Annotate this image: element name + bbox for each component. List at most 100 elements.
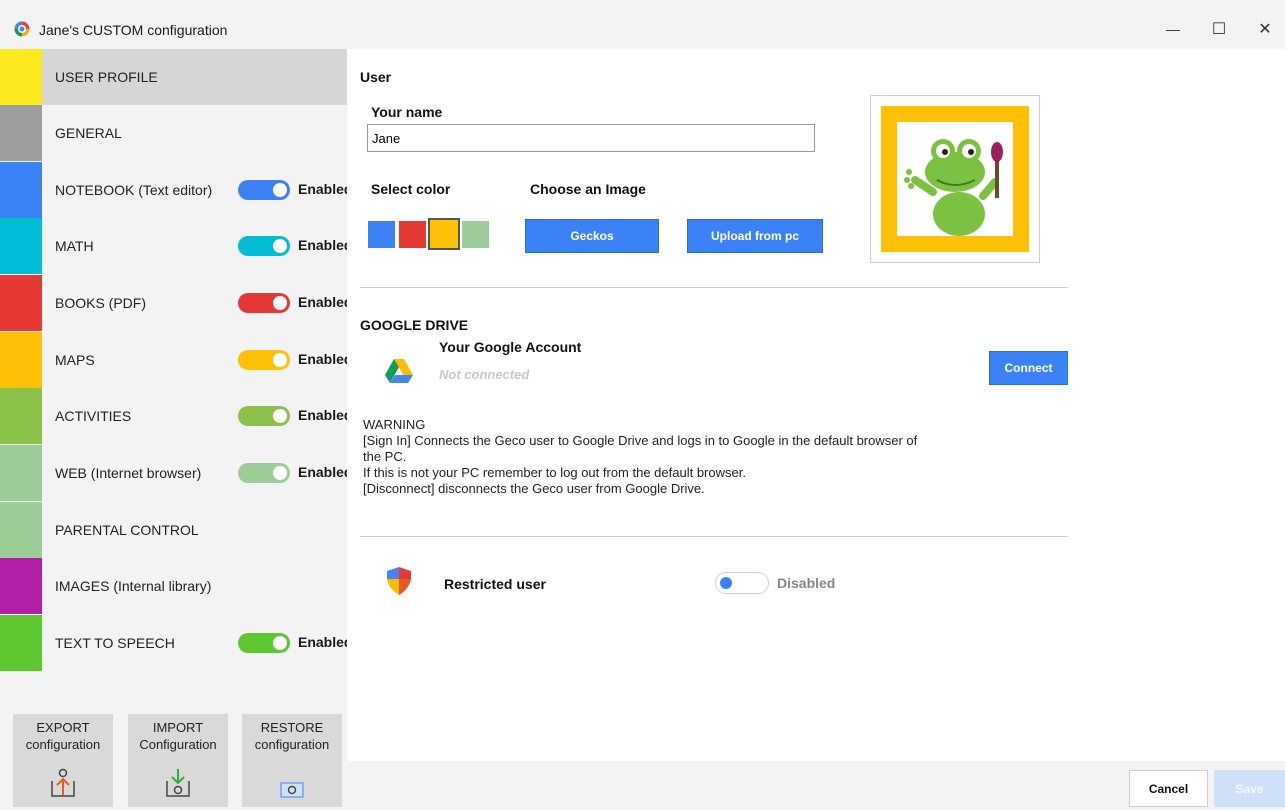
sidebar-item-maps[interactable]: MAPS Enabled [0, 332, 352, 388]
color-stripe [0, 105, 42, 161]
warning-block: WARNING [Sign In] Connects the Geco user… [363, 417, 983, 497]
sidebar-item-notebook[interactable]: NOTEBOOK (Text editor) Enabled [0, 162, 352, 218]
google-drive-icon [385, 359, 413, 383]
sidebar-item-label: TEXT TO SPEECH [55, 635, 175, 651]
sidebar-item-math[interactable]: MATH Enabled [0, 218, 352, 274]
sidebar-item-activities[interactable]: ACTIVITIES Enabled [0, 388, 352, 444]
warning-line: the PC. [363, 449, 407, 464]
connect-button[interactable]: Connect [989, 351, 1068, 385]
upload-from-pc-button[interactable]: Upload from pc [687, 219, 823, 253]
toggle-state-label: Enabled [298, 351, 353, 367]
close-button[interactable]: ✕ [1242, 14, 1285, 44]
save-button[interactable]: Save [1214, 770, 1285, 807]
export-label-line2: configuration [25, 737, 101, 752]
color-stripe [0, 502, 42, 558]
sidebar-item-label: ACTIVITIES [55, 408, 132, 424]
main-panel: User Your name Select color Choose an Im… [347, 49, 1285, 761]
sidebar-item-label: PARENTAL CONTROL [55, 522, 199, 538]
toggle-state-label: Enabled [298, 634, 353, 650]
sidebar-item-label: USER PROFILE [55, 69, 158, 85]
warning-line: [Disconnect] disconnects the Geco user f… [363, 481, 705, 496]
toggle-state-label: Enabled [298, 237, 353, 253]
select-color-label: Select color [371, 181, 451, 197]
toggle-knob [273, 239, 287, 253]
upload-button-label: Upload from pc [710, 229, 799, 243]
toggle-state-label: Enabled [298, 181, 353, 197]
window-title: Jane's CUSTOM configuration [39, 22, 228, 38]
color-stripe [0, 49, 42, 105]
google-account-label: Your Google Account [439, 339, 582, 355]
user-section-title: User [360, 69, 392, 85]
color-swatch-yellow-selected[interactable] [428, 218, 460, 250]
export-configuration-button[interactable]: EXPORT configuration [13, 714, 113, 807]
color-swatch-red[interactable] [399, 221, 426, 248]
restore-configuration-button[interactable]: RESTORE configuration [242, 714, 342, 807]
maximize-button[interactable]: ☐ [1196, 14, 1242, 44]
color-stripe [0, 558, 42, 614]
toggle-knob [273, 636, 287, 650]
maps-toggle[interactable] [238, 350, 290, 370]
maximize-icon: ☐ [1211, 21, 1227, 38]
minimize-icon: — [1166, 21, 1180, 37]
math-toggle[interactable] [238, 236, 290, 256]
restore-icon [280, 782, 304, 798]
toggle-state-label: Enabled [298, 407, 353, 423]
books-toggle[interactable] [238, 293, 290, 313]
sidebar-item-label: NOTEBOOK (Text editor) [55, 182, 213, 198]
warning-title: WARNING [363, 417, 426, 432]
geckos-button-label: Geckos [570, 229, 614, 243]
color-stripe [0, 332, 42, 388]
sidebar-item-label: MATH [55, 238, 94, 254]
sidebar-item-text-to-speech[interactable]: TEXT TO SPEECH Enabled [0, 615, 352, 671]
toggle-knob [720, 577, 732, 589]
sidebar-item-label: WEB (Internet browser) [55, 465, 202, 481]
export-icon [51, 768, 75, 797]
activities-toggle[interactable] [238, 406, 290, 426]
sidebar-item-images[interactable]: IMAGES (Internal library) [0, 558, 347, 614]
sidebar-item-label: BOOKS (PDF) [55, 295, 147, 311]
restore-label-line1: RESTORE [260, 720, 324, 735]
shield-icon [387, 567, 411, 595]
google-drive-section-title: GOOGLE DRIVE [360, 317, 469, 333]
cancel-button-label: Cancel [1148, 781, 1189, 796]
notebook-toggle[interactable] [238, 180, 290, 200]
title-bar: Jane's CUSTOM configuration — ☐ ✕ [0, 0, 1285, 44]
cancel-button[interactable]: Cancel [1129, 770, 1208, 807]
connect-button-label: Connect [1004, 361, 1053, 375]
warning-line: If this is not your PC remember to log o… [363, 465, 746, 480]
sidebar-item-parental-control[interactable]: PARENTAL CONTROL [0, 502, 347, 558]
toggle-knob [273, 183, 287, 197]
import-configuration-button[interactable]: IMPORT Configuration [128, 714, 228, 807]
sidebar-item-label: GENERAL [55, 125, 122, 141]
web-toggle[interactable] [238, 463, 290, 483]
sidebar-item-label: MAPS [55, 352, 95, 368]
sidebar-item-user-profile[interactable]: USER PROFILE [0, 49, 347, 105]
google-connection-status: Not connected [439, 367, 530, 382]
color-stripe [0, 445, 42, 501]
save-button-label: Save [1235, 781, 1264, 796]
toggle-state-label: Enabled [298, 464, 353, 480]
choose-image-label: Choose an Image [530, 181, 646, 197]
color-stripe [0, 162, 42, 218]
sidebar-item-label: IMAGES (Internal library) [55, 578, 212, 594]
color-stripe [0, 388, 42, 444]
restore-label-line2: configuration [254, 737, 330, 752]
text-to-speech-toggle[interactable] [238, 633, 290, 653]
color-swatch-blue[interactable] [368, 221, 395, 248]
restricted-user-state: Disabled [777, 575, 836, 591]
color-swatch-light-green[interactable] [462, 221, 489, 248]
color-stripe [0, 615, 42, 671]
restricted-user-toggle[interactable] [715, 572, 769, 594]
import-icon [166, 769, 190, 797]
minimize-button[interactable]: — [1150, 14, 1196, 44]
toggle-knob [273, 466, 287, 480]
name-input[interactable] [367, 124, 815, 152]
sidebar-item-web[interactable]: WEB (Internet browser) Enabled [0, 445, 352, 501]
sidebar-item-general[interactable]: GENERAL [0, 105, 347, 161]
sidebar-item-books[interactable]: BOOKS (PDF) Enabled [0, 275, 352, 331]
geckos-button[interactable]: Geckos [525, 219, 659, 253]
import-label-line1: IMPORT [152, 720, 204, 735]
import-label-line2: Configuration [139, 737, 217, 752]
section-divider [360, 536, 1068, 537]
color-stripe [0, 275, 42, 331]
